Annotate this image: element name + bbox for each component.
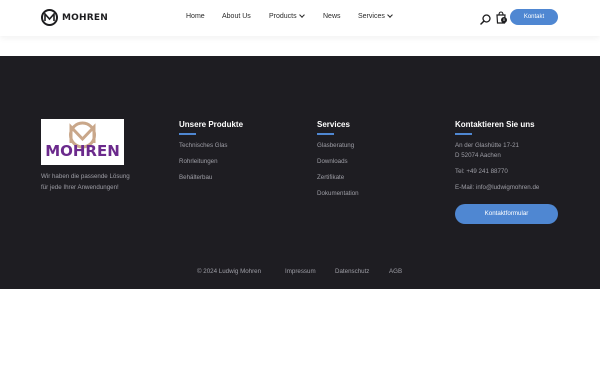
nav-news[interactable]: News [323, 13, 341, 20]
link-rohrleitungen[interactable]: Rohrleitungen [179, 158, 218, 165]
link-zertifikate[interactable]: Zertifikate [317, 174, 344, 181]
contact-address-line1: An der Glashütte 17-21 [455, 142, 519, 149]
contact-heading-underline [455, 133, 472, 135]
link-impressum[interactable]: Impressum [285, 268, 316, 275]
link-glasberatung[interactable]: Glasberatung [317, 142, 354, 149]
products-heading-underline [179, 133, 196, 135]
link-agb[interactable]: AGB [389, 268, 402, 275]
link-dokumentation[interactable]: Dokumentation [317, 190, 359, 197]
kontakt-button[interactable]: Kontakt [510, 9, 558, 25]
nav-services-label: Services [358, 13, 385, 20]
contact-phone[interactable]: Tel: +49 241 88770 [455, 168, 508, 175]
link-behaelterbau[interactable]: Behälterbau [179, 174, 212, 181]
contact-heading: Kontaktieren Sie uns [455, 120, 535, 129]
chevron-down-icon [298, 12, 305, 18]
nav-about-us[interactable]: About Us [222, 13, 251, 20]
link-technisches-glas[interactable]: Technisches Glas [179, 142, 228, 149]
contact-email[interactable]: E-Mail: info@ludwigmohren.de [455, 184, 539, 191]
nav-home[interactable]: Home [186, 13, 205, 20]
brand-logo-text: MOHREN [45, 142, 120, 160]
services-heading-underline [317, 133, 334, 135]
link-datenschutz[interactable]: Datenschutz [335, 268, 369, 275]
contact-address-line2: D 52074 Aachen [455, 152, 501, 159]
site-footer: MOHREN Wir haben die passende Lösung für… [0, 56, 600, 289]
services-heading: Services [317, 120, 350, 129]
nav-news-label: News [323, 13, 341, 20]
contact-form-button[interactable]: Kontaktformular [455, 204, 558, 224]
cart-count-badge: 0 [501, 17, 507, 23]
footer-brand-logo[interactable]: MOHREN [41, 119, 124, 165]
nav-about-label: About Us [222, 13, 251, 20]
nav-products-label: Products [269, 13, 297, 20]
link-downloads[interactable]: Downloads [317, 158, 348, 165]
footer-tagline: Wir haben die passende Lösung für jede I… [41, 173, 130, 191]
search-icon[interactable] [480, 12, 491, 25]
nav-products[interactable]: Products [269, 12, 305, 20]
nav-services[interactable]: Services [358, 12, 393, 20]
copyright-text: © 2024 Ludwig Mohren [197, 268, 262, 275]
chevron-down-icon [387, 12, 393, 18]
site-header: MOHREN Home About Us Products News Servi… [0, 0, 600, 36]
footer-bottom-bar: © 2024 Ludwig Mohren Impressum Datenschu… [0, 268, 600, 278]
nav-home-label: Home [186, 13, 205, 20]
products-heading: Unsere Produkte [179, 120, 244, 129]
